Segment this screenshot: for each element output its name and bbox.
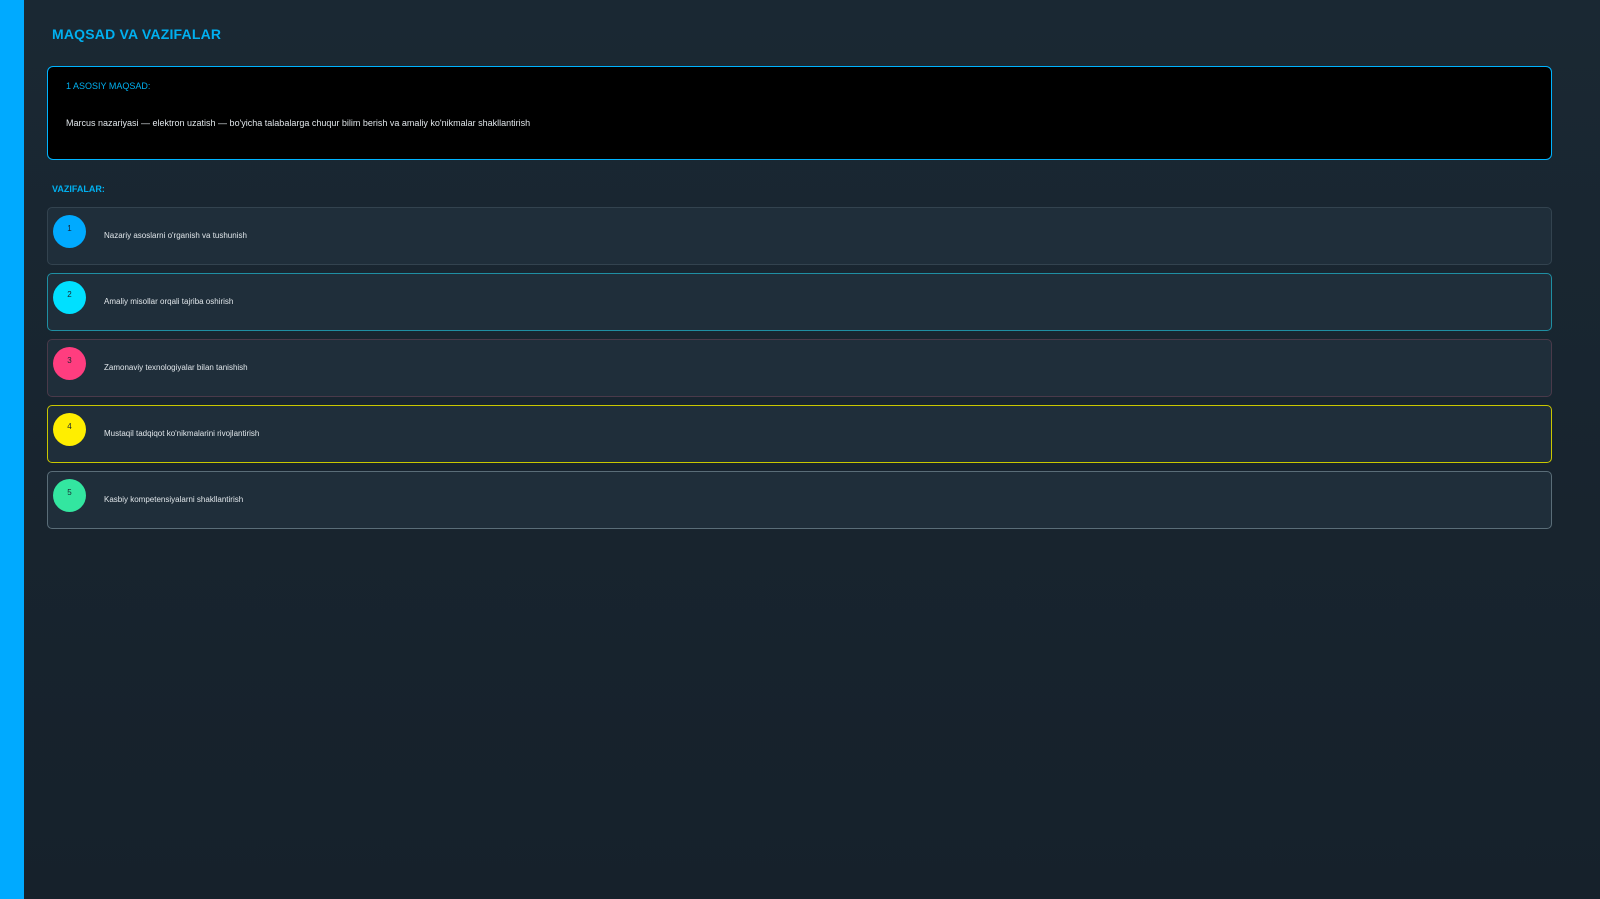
task-number-badge: 4	[53, 413, 86, 446]
task-text: Nazariy asoslarni o'rganish va tushunish	[104, 231, 247, 240]
task-item: 5 Kasbiy kompetensiyalarni shakllantiris…	[47, 471, 1552, 529]
tasks-heading: VAZIFALAR:	[52, 184, 105, 194]
goal-text: Marcus nazariyasi — elektron uzatish — b…	[66, 118, 531, 128]
task-item: 2 Amaliy misollar orqali tajriba oshiris…	[47, 273, 1552, 331]
task-text: Amaliy misollar orqali tajriba oshirish	[104, 297, 234, 306]
goal-box: 1 ASOSIY MAQSAD: Marcus nazariyasi — ele…	[47, 66, 1552, 160]
accent-bar	[0, 0, 24, 899]
task-text: Zamonaviy texnologiyalar bilan tanishish	[104, 363, 248, 372]
task-number-badge: 1	[53, 215, 86, 248]
goal-label: 1 ASOSIY MAQSAD:	[66, 81, 151, 91]
task-item: 1 Nazariy asoslarni o'rganish va tushuni…	[47, 207, 1552, 265]
task-text: Kasbiy kompetensiyalarni shakllantirish	[104, 495, 244, 504]
task-text: Mustaqil tadqiqot ko'nikmalarini rivojla…	[104, 429, 260, 438]
slide: MAQSAD VA VAZIFALAR 1 ASOSIY MAQSAD: Mar…	[0, 0, 1600, 899]
task-number-badge: 2	[53, 281, 86, 314]
task-number-badge: 3	[53, 347, 86, 380]
task-item: 4 Mustaqil tadqiqot ko'nikmalarini rivoj…	[47, 405, 1552, 463]
page-title: MAQSAD VA VAZIFALAR	[52, 26, 222, 42]
task-item: 3 Zamonaviy texnologiyalar bilan tanishi…	[47, 339, 1552, 397]
task-number-badge: 5	[53, 479, 86, 512]
task-list: 1 Nazariy asoslarni o'rganish va tushuni…	[47, 207, 1552, 537]
